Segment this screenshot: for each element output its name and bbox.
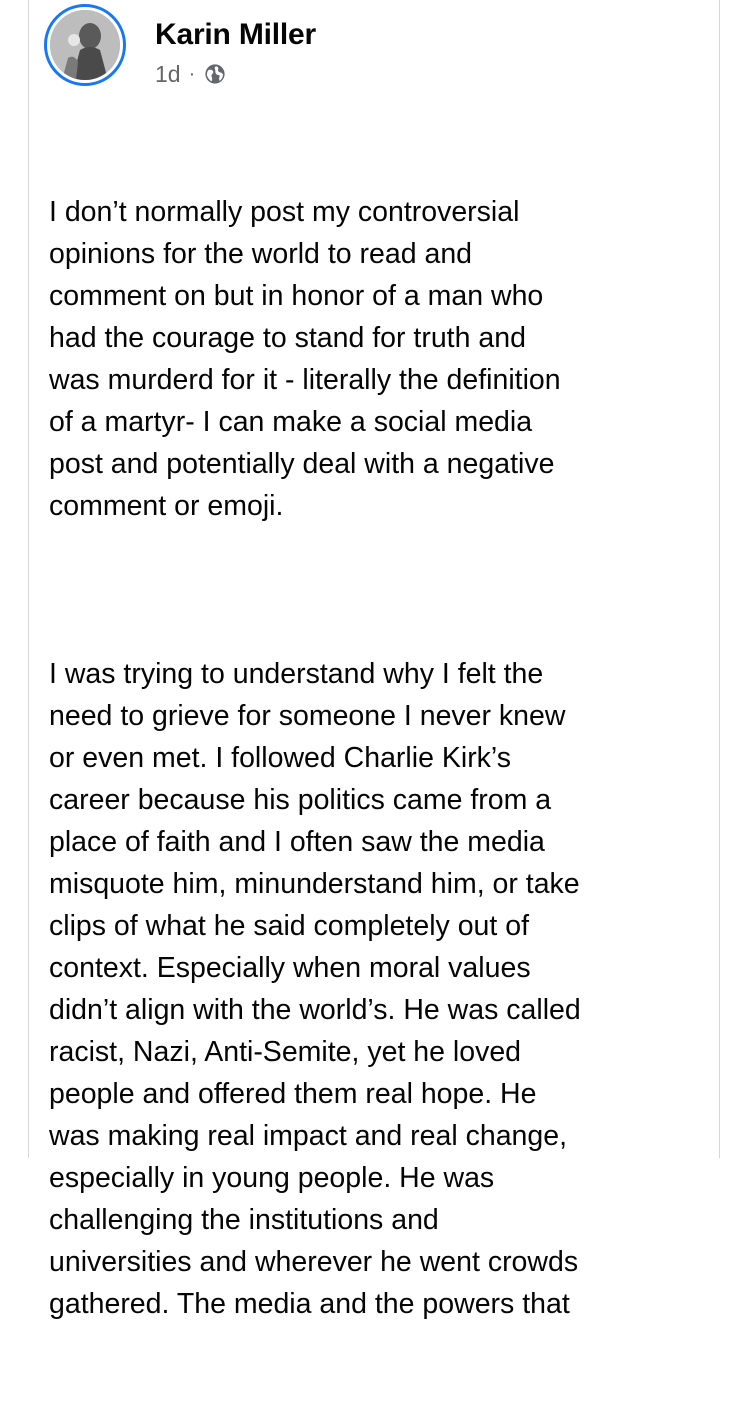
meta-separator: · <box>188 62 196 85</box>
post-paragraph: I don’t normally post my controversial o… <box>49 196 561 522</box>
post-meta: 1d · <box>155 60 226 88</box>
post-paragraph: I was trying to understand why I felt th… <box>49 658 581 1320</box>
avatar[interactable] <box>44 4 126 86</box>
post-body: I don’t normally post my controversial o… <box>49 107 714 1409</box>
profile-photo <box>50 10 120 80</box>
author-name[interactable]: Karin Miller <box>155 18 316 52</box>
profile-photo-image <box>50 10 120 80</box>
post-timestamp[interactable]: 1d <box>155 61 181 88</box>
globe-icon[interactable] <box>204 63 226 85</box>
